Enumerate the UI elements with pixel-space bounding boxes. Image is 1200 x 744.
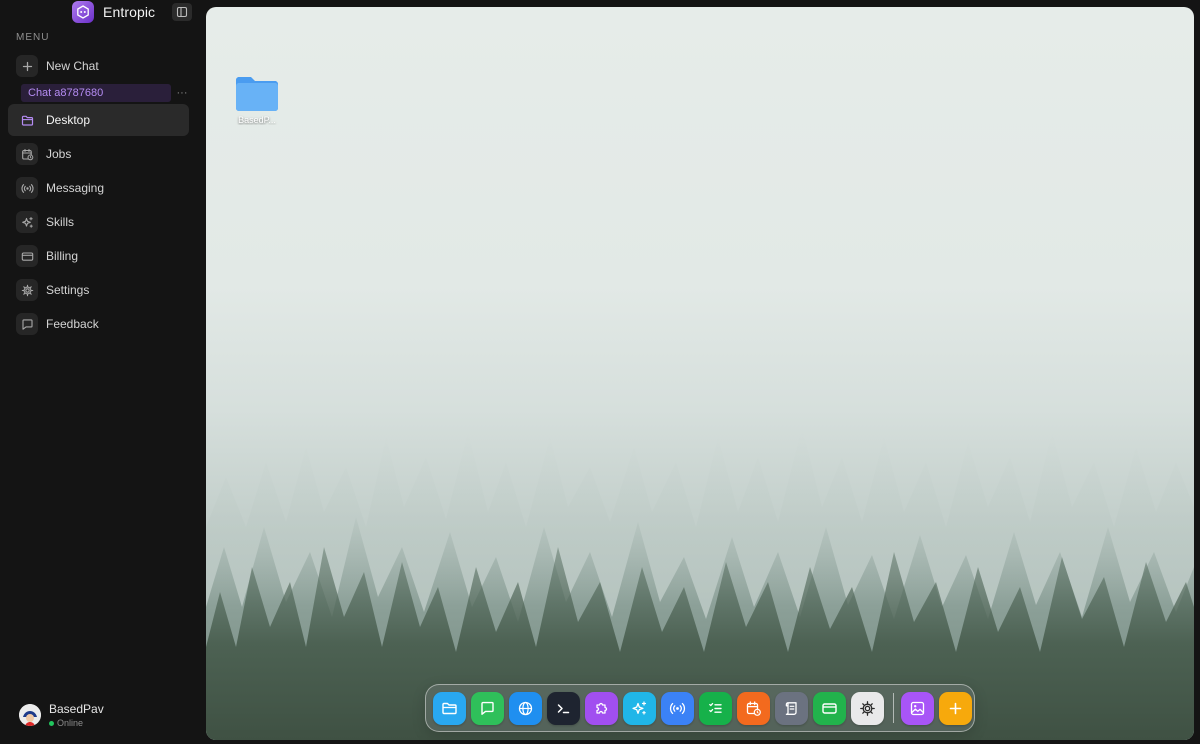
dock-app-terminal[interactable] xyxy=(547,691,580,725)
desktop-area[interactable]: BasedP... xyxy=(206,7,1194,740)
credit-card-icon xyxy=(16,245,38,267)
folder-icon xyxy=(236,77,278,111)
dock-separator xyxy=(893,693,894,723)
sidebar-item-settings[interactable]: Settings xyxy=(8,274,189,306)
sidebar-item-label: Desktop xyxy=(46,113,91,127)
dock xyxy=(425,684,975,732)
status-dot-icon xyxy=(49,721,54,726)
broadcast-icon xyxy=(669,702,686,714)
dock-app-files[interactable] xyxy=(433,691,466,725)
sidebar-item-billing[interactable]: Billing xyxy=(8,240,189,272)
sidebar-item-label: Settings xyxy=(46,283,90,297)
sidebar-item-label: Feedback xyxy=(46,317,99,331)
dock-app-logs[interactable] xyxy=(775,691,808,725)
terminal-icon xyxy=(557,703,570,713)
avatar xyxy=(19,704,41,726)
sparkles-icon xyxy=(16,211,38,233)
sidebar-item-label: Messaging xyxy=(46,181,105,195)
chat-more-button[interactable]: ··· xyxy=(174,84,190,102)
user-status: Online xyxy=(57,718,84,728)
sidebar-toggle-icon xyxy=(176,6,188,18)
menu-heading: MENU xyxy=(16,32,50,43)
folder-label: BasedP... xyxy=(238,115,276,125)
puzzle-icon xyxy=(596,702,608,714)
calendar-clock-icon xyxy=(746,700,761,716)
dock-app-plugins[interactable] xyxy=(585,691,618,725)
gear-icon xyxy=(16,279,38,301)
plus-icon xyxy=(16,55,38,77)
dock-app-messaging[interactable] xyxy=(661,691,694,725)
app-title: Entropic xyxy=(103,4,156,20)
chat-item[interactable]: Chat a8787680 xyxy=(21,84,171,102)
credit-card-icon xyxy=(822,702,837,714)
dock-app-add[interactable] xyxy=(939,691,972,725)
dock-app-skills[interactable] xyxy=(623,691,656,725)
folder-icon xyxy=(16,109,38,131)
collapse-sidebar-button[interactable] xyxy=(172,3,192,21)
calendar-clock-icon xyxy=(16,143,38,165)
brand[interactable]: Entropic xyxy=(72,1,155,23)
sidebar-item-messaging[interactable]: Messaging xyxy=(8,172,189,204)
chat-icon xyxy=(481,701,494,715)
desktop-folder[interactable]: BasedP... xyxy=(232,73,282,135)
new-chat-button[interactable]: New Chat xyxy=(16,54,192,78)
sidebar-item-feedback[interactable]: Feedback xyxy=(8,308,189,340)
sidebar-item-skills[interactable]: Skills xyxy=(8,206,189,238)
sidebar-item-jobs[interactable]: Jobs xyxy=(8,138,189,170)
plus-icon xyxy=(949,702,962,714)
dock-app-jobs[interactable] xyxy=(737,691,770,725)
chat-item-label: Chat a8787680 xyxy=(28,87,104,99)
gear-icon xyxy=(860,700,875,716)
checklist-icon xyxy=(709,702,722,713)
sidebar-item-label: Billing xyxy=(46,249,79,263)
sparkles-icon xyxy=(632,700,647,715)
sidebar-item-label: Jobs xyxy=(46,147,72,161)
sidebar: Entropic MENU New Chat Chat a8787680 ···… xyxy=(0,0,200,744)
dock-app-settings[interactable] xyxy=(851,691,884,725)
scroll-icon xyxy=(785,701,797,715)
dock-app-chat[interactable] xyxy=(471,691,504,725)
broadcast-icon xyxy=(16,177,38,199)
sidebar-item-desktop[interactable]: Desktop xyxy=(8,104,189,136)
dock-app-billing[interactable] xyxy=(813,691,846,725)
user-profile[interactable]: BasedPav Online xyxy=(19,701,189,731)
entropic-logo-icon xyxy=(72,1,94,23)
wallpaper-forest xyxy=(206,427,1194,740)
new-chat-label: New Chat xyxy=(46,59,99,73)
dock-app-browser[interactable] xyxy=(509,691,542,725)
dock-app-tasks[interactable] xyxy=(699,691,732,725)
sidebar-item-label: Skills xyxy=(46,215,75,229)
globe-icon xyxy=(518,701,533,715)
message-square-icon xyxy=(16,313,38,335)
folder-icon xyxy=(442,702,457,714)
user-name: BasedPav xyxy=(49,702,104,716)
image-icon xyxy=(910,701,925,715)
dock-app-gallery[interactable] xyxy=(901,691,934,725)
